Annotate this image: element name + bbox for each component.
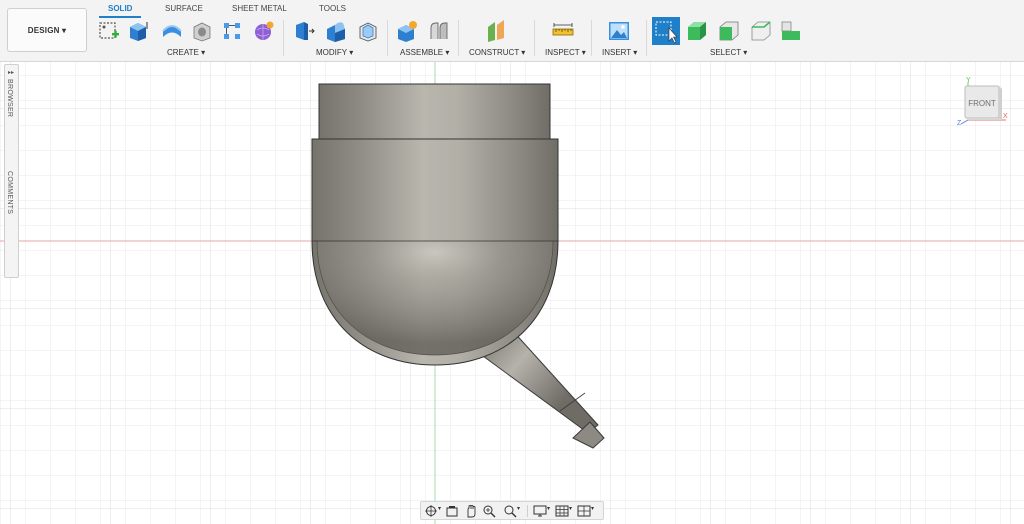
- tab-solid[interactable]: SOLID: [108, 4, 132, 13]
- comments-panel-label[interactable]: COMMENTS: [6, 171, 13, 214]
- zoom-fit-icon[interactable]: [482, 504, 496, 518]
- select-window-icon[interactable]: [652, 17, 680, 45]
- viewcube-axis-y: Y: [966, 77, 971, 84]
- viewcube-axis-x: X: [1003, 113, 1008, 120]
- toolbar-divider: [646, 20, 647, 56]
- extrude-icon[interactable]: [127, 19, 149, 43]
- viewcube-face-label[interactable]: FRONT: [968, 99, 996, 108]
- insert-menu[interactable]: INSERT ▾: [602, 48, 637, 57]
- main-toolbar: DESIGN ▾ SOLID SURFACE SHEET METAL TOOLS: [0, 0, 1024, 62]
- toolbar-divider: [387, 20, 388, 56]
- navigation-bar: ▾ ▾ ▾ ▾ ▾: [420, 501, 604, 520]
- toolbar-divider: [534, 20, 535, 56]
- browser-comments-panel[interactable]: ▸▸ BROWSER COMMENTS: [4, 64, 19, 278]
- measure-icon[interactable]: [552, 19, 574, 43]
- modify-menu[interactable]: MODIFY ▾: [316, 48, 353, 57]
- press-pull-icon[interactable]: [293, 19, 315, 43]
- select-face-icon[interactable]: [718, 19, 740, 43]
- select-menu[interactable]: SELECT ▾: [710, 48, 747, 57]
- plane-icon[interactable]: [485, 19, 507, 43]
- select-edge-icon[interactable]: [750, 19, 772, 43]
- fusion-app-window: DESIGN ▾ SOLID SURFACE SHEET METAL TOOLS: [0, 0, 1024, 524]
- display-settings-icon[interactable]: [533, 504, 547, 518]
- orbit-icon[interactable]: [424, 504, 438, 518]
- viewports-dropdown-icon[interactable]: ▾: [591, 505, 594, 512]
- shell-icon[interactable]: [357, 19, 379, 43]
- navbar-divider: [527, 505, 528, 517]
- sketch-icon[interactable]: [98, 19, 120, 43]
- zoom-dropdown-icon[interactable]: ▾: [517, 505, 520, 512]
- toolbar-divider: [591, 20, 592, 56]
- tab-surface[interactable]: SURFACE: [165, 4, 203, 13]
- workspace-switcher-button[interactable]: DESIGN ▾: [7, 8, 87, 52]
- toolbar-divider: [458, 20, 459, 56]
- display-dropdown-icon[interactable]: ▾: [547, 505, 550, 512]
- browser-panel-label[interactable]: BROWSER: [6, 79, 13, 117]
- zoom-icon[interactable]: [503, 504, 517, 518]
- pan-icon[interactable]: [464, 504, 478, 518]
- pattern-icon[interactable]: [221, 19, 243, 43]
- expand-panel-icon[interactable]: ▸▸: [8, 69, 14, 76]
- canvas-scene: [0, 62, 1024, 524]
- joint-icon[interactable]: [428, 19, 450, 43]
- fillet-icon[interactable]: [325, 19, 347, 43]
- 3d-canvas[interactable]: FRONT Y X Z: [0, 62, 1024, 524]
- tab-sheet-metal[interactable]: SHEET METAL: [232, 4, 287, 13]
- create-menu[interactable]: CREATE ▾: [167, 48, 205, 57]
- toolbar-divider: [283, 20, 284, 56]
- revolve-icon[interactable]: [161, 19, 183, 43]
- construct-menu[interactable]: CONSTRUCT ▾: [469, 48, 525, 57]
- insert-image-icon[interactable]: [608, 19, 630, 43]
- hole-icon[interactable]: [191, 19, 213, 43]
- assemble-menu[interactable]: ASSEMBLE ▾: [400, 48, 449, 57]
- viewcube[interactable]: FRONT Y X Z: [956, 76, 1012, 126]
- look-at-icon[interactable]: [445, 504, 459, 518]
- inspect-menu[interactable]: INSPECT ▾: [545, 48, 586, 57]
- viewports-icon[interactable]: [577, 504, 591, 518]
- select-priority-icon[interactable]: [780, 19, 802, 43]
- form-icon[interactable]: [253, 19, 275, 43]
- select-body-icon[interactable]: [686, 19, 708, 43]
- tab-tools[interactable]: TOOLS: [319, 4, 346, 13]
- new-component-icon[interactable]: [396, 19, 418, 43]
- grid-dropdown-icon[interactable]: ▾: [569, 505, 572, 512]
- grid-settings-icon[interactable]: [555, 504, 569, 518]
- active-tab-indicator: [99, 16, 141, 18]
- orbit-dropdown-icon[interactable]: ▾: [438, 505, 441, 512]
- viewcube-axis-z: Z: [957, 120, 962, 126]
